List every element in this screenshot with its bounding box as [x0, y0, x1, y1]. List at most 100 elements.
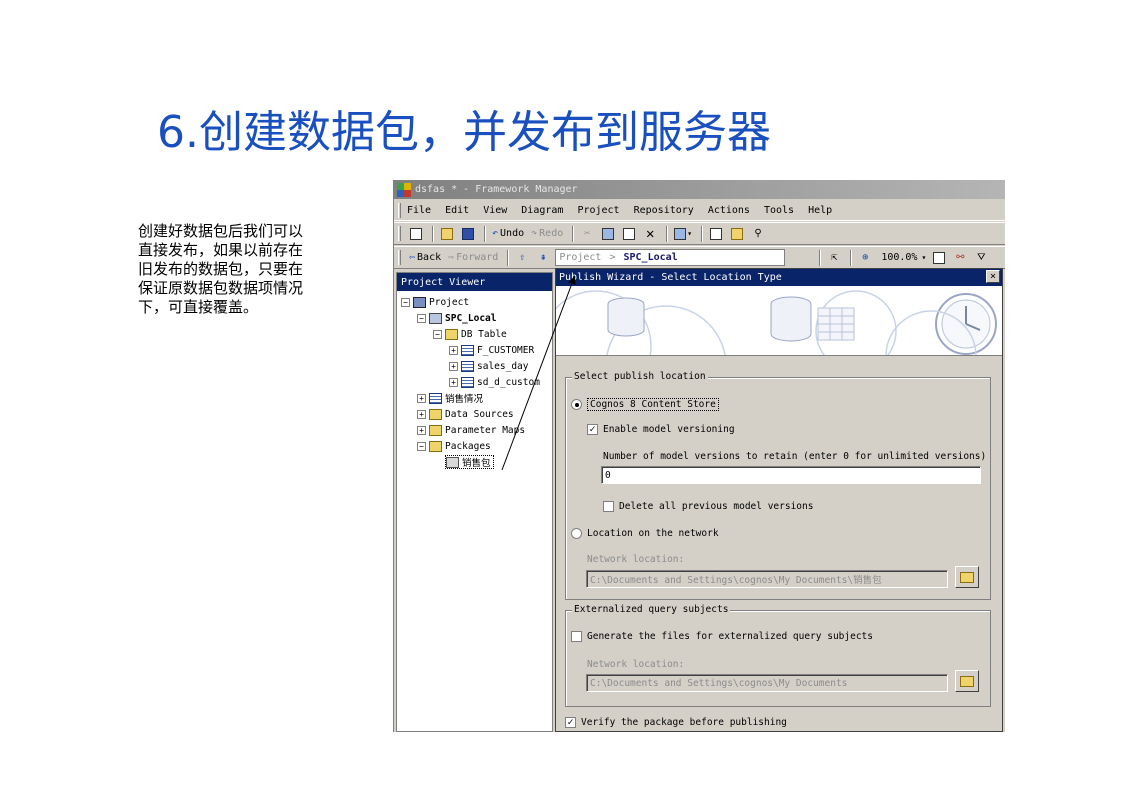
- up-button[interactable]: ⇧: [513, 249, 531, 267]
- verify-package-checkbox[interactable]: ✓ Verify the package before publishing: [565, 717, 787, 728]
- collapse-icon[interactable]: −: [433, 329, 442, 339]
- externalized-network-label: Network location:: [587, 659, 685, 670]
- expand-icon[interactable]: +: [417, 425, 426, 435]
- explorer-button[interactable]: [728, 225, 746, 243]
- menu-file[interactable]: File: [407, 205, 431, 216]
- save-button[interactable]: [459, 225, 477, 243]
- filter-button[interactable]: ⛛: [972, 249, 990, 267]
- select-button[interactable]: ⇱: [825, 249, 843, 267]
- menu-view[interactable]: View: [483, 205, 507, 216]
- fit-button[interactable]: [930, 249, 948, 267]
- network-location-input[interactable]: C:\Documents and Settings\cognos\My Docu…: [586, 570, 948, 588]
- tree-item-data-sources[interactable]: + Data Sources: [417, 407, 514, 421]
- menu-repository[interactable]: Repository: [634, 205, 694, 216]
- find-button[interactable]: ⚲: [749, 225, 767, 243]
- expand-icon[interactable]: +: [417, 409, 426, 419]
- cut-button[interactable]: ✂: [578, 225, 596, 243]
- toolbar-grip[interactable]: [398, 250, 401, 265]
- menu-edit[interactable]: Edit: [445, 205, 469, 216]
- collapse-icon[interactable]: −: [401, 297, 410, 307]
- toolbar-grip[interactable]: [398, 226, 401, 241]
- tree-item-packages[interactable]: − Packages: [417, 439, 491, 453]
- expand-icon[interactable]: +: [449, 361, 458, 371]
- network-location-radio[interactable]: Location on the network: [571, 528, 719, 539]
- delete-x-icon: ✕: [646, 225, 655, 242]
- chevron-down-icon[interactable]: ▾: [921, 253, 926, 262]
- project-viewer-panel: Project Viewer − Project − SPC_Local − D…: [396, 272, 553, 732]
- query-subject-icon: [461, 360, 474, 372]
- radio-selected-icon: [571, 399, 582, 410]
- forward-button[interactable]: ⇨ Forward: [446, 249, 500, 267]
- expand-icon[interactable]: +: [449, 345, 458, 355]
- layout-dropdown-button[interactable]: ▾: [672, 225, 694, 243]
- menu-actions[interactable]: Actions: [708, 205, 750, 216]
- toolbar-separator: [819, 249, 822, 266]
- tree-item-sales-package[interactable]: 销售包: [445, 455, 494, 469]
- scissors-icon: ✂: [584, 228, 591, 239]
- new-button[interactable]: [407, 225, 425, 243]
- breadcrumb[interactable]: Project > SPC_Local: [555, 249, 786, 266]
- folder-icon: [429, 440, 442, 452]
- tree-item-parameter-maps[interactable]: + Parameter Maps: [417, 423, 525, 437]
- browse-network-location-button[interactable]: [955, 566, 979, 588]
- breadcrumb-root: Project: [559, 252, 602, 263]
- tree-item-f-customer[interactable]: + F_CUSTOMER: [449, 343, 534, 357]
- relationship-icon: ⚯: [956, 252, 965, 263]
- delete-versions-checkbox[interactable]: Delete all previous model versions: [603, 501, 813, 512]
- tree-item-sales-day[interactable]: + sales_day: [449, 359, 528, 373]
- menu-diagram[interactable]: Diagram: [521, 205, 563, 216]
- zoom-button[interactable]: ⊕: [856, 249, 874, 267]
- navigation-toolbar: ⇦ Back ⇨ Forward ⇧ ⇞ Project > SPC_Local ⇱…: [394, 246, 1005, 269]
- collapse-icon[interactable]: −: [417, 313, 426, 323]
- expand-icon[interactable]: +: [449, 377, 458, 387]
- back-label: Back: [417, 252, 442, 263]
- query-subject-icon: [429, 392, 442, 404]
- tree-item-sales-situation[interactable]: + 销售情况: [417, 391, 483, 405]
- content-store-radio[interactable]: Cognos 8 Content Store: [571, 398, 719, 411]
- checkbox-checked-icon: ✓: [565, 717, 576, 728]
- browse-externalized-location-button[interactable]: [955, 670, 979, 692]
- tree-item-db-table[interactable]: − DB Table: [433, 327, 507, 341]
- folder-icon: [960, 675, 974, 687]
- expand-icon[interactable]: +: [417, 393, 426, 403]
- project-tree: − Project − SPC_Local − DB Table + F_CUS…: [397, 291, 552, 469]
- delete-button[interactable]: ✕: [641, 225, 659, 243]
- close-button[interactable]: ×: [986, 270, 1000, 283]
- wizard-titlebar[interactable]: Publish Wizard - Select Location Type ×: [556, 269, 1002, 286]
- tree-item-project[interactable]: − Project: [401, 295, 469, 309]
- redo-button[interactable]: ↷ Redo: [529, 225, 565, 243]
- generate-files-label: Generate the files for externalized quer…: [587, 631, 873, 642]
- properties-button[interactable]: [707, 225, 725, 243]
- framework-manager-app-icon: [397, 182, 411, 197]
- menu-help[interactable]: Help: [808, 205, 832, 216]
- externalized-network-input[interactable]: C:\Documents and Settings\cognos\My Docu…: [586, 674, 948, 692]
- project-viewer-header: Project Viewer: [397, 273, 552, 291]
- tree-item-label: DB Table: [461, 328, 507, 340]
- open-button[interactable]: [438, 225, 456, 243]
- root-button[interactable]: ⇞: [534, 249, 552, 267]
- collapse-icon[interactable]: −: [417, 441, 426, 451]
- query-subject-icon: [461, 344, 474, 356]
- paste-button[interactable]: [620, 225, 638, 243]
- versions-to-retain-input[interactable]: 0: [601, 466, 981, 484]
- tree-item-sd-d-custom[interactable]: + sd_d_custom: [449, 375, 540, 389]
- tree-item-label: sd_d_custom: [477, 376, 540, 388]
- generate-files-checkbox[interactable]: Generate the files for externalized quer…: [571, 631, 873, 642]
- chevron-down-icon: ▾: [687, 229, 693, 238]
- menu-project[interactable]: Project: [577, 205, 619, 216]
- wizard-banner: [556, 286, 1002, 356]
- redo-arrow-icon: ↷: [531, 228, 538, 239]
- undo-button[interactable]: ↶ Undo: [490, 225, 526, 243]
- layout-grid-icon: [674, 227, 687, 240]
- zoom-level[interactable]: 100.0%: [881, 252, 917, 263]
- menubar-grip[interactable]: [398, 202, 401, 218]
- enable-versioning-checkbox[interactable]: ✓ Enable model versioning: [587, 424, 735, 435]
- menu-tools[interactable]: Tools: [764, 205, 794, 216]
- copy-button[interactable]: [599, 225, 617, 243]
- zoom-magnifier-icon: ⊕: [862, 252, 869, 263]
- back-button[interactable]: ⇦ Back: [407, 249, 443, 267]
- tree-item-spc-local[interactable]: − SPC_Local: [417, 311, 496, 325]
- folder-icon: [445, 328, 458, 340]
- window-titlebar[interactable]: dsfas * - Framework Manager: [394, 180, 1005, 199]
- relationship-button[interactable]: ⚯: [951, 249, 969, 267]
